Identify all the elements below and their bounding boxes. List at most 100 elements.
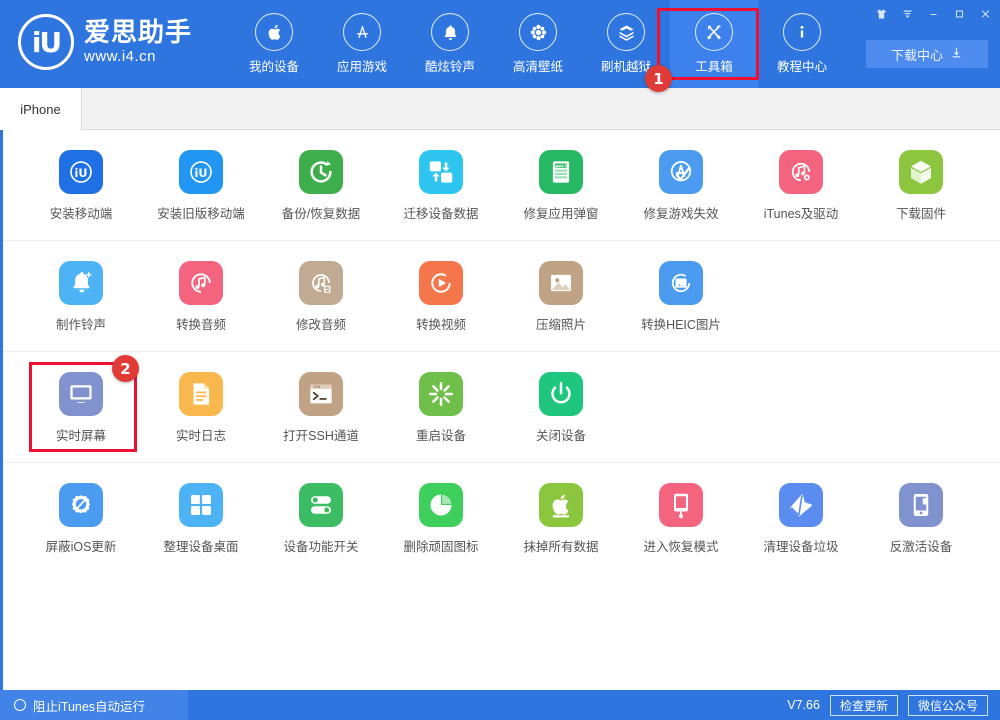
tool-row-2: 制作铃声 转换音频 修改音频 转换视频 [3, 240, 1000, 351]
device-tabbar: iPhone [0, 88, 1000, 130]
tool-label: 安装旧版移动端 [157, 203, 245, 222]
tool-recovery-mode[interactable]: 进入恢复模式 [621, 463, 741, 573]
svg-text:SSH: SSH [314, 385, 320, 389]
nav-item-apps-games[interactable]: 应用游戏 [318, 0, 406, 88]
tool-migrate-data[interactable]: 迁移设备数据 [381, 130, 501, 240]
tool-label: 修复游戏失效 [643, 203, 718, 222]
convert-video-icon [419, 261, 463, 305]
tool-label: 进入恢复模式 [643, 536, 718, 555]
tool-label: 迁移设备数据 [403, 203, 478, 222]
tool-convert-audio[interactable]: 转换音频 [141, 241, 261, 351]
download-firmware-icon [899, 150, 943, 194]
radio-icon [14, 699, 26, 711]
tool-live-screen[interactable]: 实时屏幕 [21, 352, 141, 462]
compress-photo-icon [539, 261, 583, 305]
recovery-mode-icon [659, 483, 703, 527]
make-ringtone-icon [59, 261, 103, 305]
convert-heic-icon [659, 261, 703, 305]
nav-item-ringtones[interactable]: 酷炫铃声 [406, 0, 494, 88]
svg-text:iU: iU [75, 167, 88, 180]
version-label: V7.66 [787, 698, 820, 712]
tool-download-firmware[interactable]: 下载固件 [861, 130, 981, 240]
nav-item-flash-jailbreak[interactable]: 刷机越狱 [582, 0, 670, 88]
tool-fix-app-popup[interactable]: Apple ID 修复应用弹窗 [501, 130, 621, 240]
minimize-icon[interactable] [920, 2, 946, 26]
tool-convert-heic[interactable]: 转换HEIC图片 [621, 241, 741, 351]
menu-icon[interactable] [894, 2, 920, 26]
maximize-icon[interactable] [946, 2, 972, 26]
tool-open-ssh[interactable]: SSH 打开SSH通道 [261, 352, 381, 462]
window-controls [868, 2, 998, 26]
tool-label: 修改音频 [296, 314, 346, 333]
tool-erase-all-data[interactable]: 抹掉所有数据 [501, 463, 621, 573]
tool-shutdown-device[interactable]: 关闭设备 [501, 352, 621, 462]
tool-arrange-desktop[interactable]: 整理设备桌面 [141, 463, 261, 573]
wallpaper-icon [519, 13, 557, 51]
remove-icon-icon [419, 483, 463, 527]
itunes-driver-icon [779, 150, 823, 194]
tool-edit-audio[interactable]: 修改音频 [261, 241, 381, 351]
check-update-button[interactable]: 检查更新 [830, 695, 898, 716]
tool-row-3: 实时屏幕 实时日志 SSH 打开SSH通道 重启设备 [3, 351, 1000, 462]
fix-game-icon [659, 150, 703, 194]
tool-label: 修复应用弹窗 [523, 203, 598, 222]
tab-iphone[interactable]: iPhone [0, 88, 82, 130]
nav-label: 工具箱 [695, 56, 733, 75]
logo-mark-icon: iU [18, 14, 74, 70]
download-icon [950, 46, 963, 62]
tool-reboot-device[interactable]: 重启设备 [381, 352, 501, 462]
tool-deactivate-device[interactable]: 反激活设备 [861, 463, 981, 573]
skin-icon[interactable] [868, 2, 894, 26]
tool-fix-game[interactable]: 修复游戏失效 [621, 130, 741, 240]
tool-install-legacy-mobile[interactable]: iU 安装旧版移动端 [141, 130, 261, 240]
tool-label: 关闭设备 [536, 425, 586, 444]
tool-make-ringtone[interactable]: 制作铃声 [21, 241, 141, 351]
tool-label: 实时日志 [176, 425, 226, 444]
tool-convert-video[interactable]: 转换视频 [381, 241, 501, 351]
tool-label: 实时屏幕 [56, 425, 106, 444]
app-logo: iU 爱思助手 www.i4.cn [18, 14, 192, 70]
reboot-device-icon [419, 372, 463, 416]
tool-label: 屏蔽iOS更新 [46, 536, 117, 555]
backup-restore-icon [299, 150, 343, 194]
tool-label: 设备功能开关 [283, 536, 358, 555]
tool-install-mobile[interactable]: iU 安装移动端 [21, 130, 141, 240]
tool-remove-stubborn-icon[interactable]: 删除顽固图标 [381, 463, 501, 573]
tool-itunes-driver[interactable]: iTunes及驱动 [741, 130, 861, 240]
tool-block-ios-update[interactable]: 屏蔽iOS更新 [21, 463, 141, 573]
tool-label: iTunes及驱动 [764, 203, 839, 222]
tool-clean-junk[interactable]: 清理设备垃圾 [741, 463, 861, 573]
edit-audio-icon [299, 261, 343, 305]
tool-compress-photo[interactable]: 压缩照片 [501, 241, 621, 351]
flash-box-icon [607, 13, 645, 51]
block-ios-update-icon [59, 483, 103, 527]
toolbox-icon [695, 13, 733, 51]
device-toggles-icon [299, 483, 343, 527]
tab-label: iPhone [20, 102, 60, 117]
logo-title: 爱思助手 [84, 19, 192, 46]
download-center-label: 下载中心 [891, 45, 943, 64]
block-itunes-toggle[interactable]: 阻止iTunes自动运行 [0, 690, 188, 720]
status-bar: 阻止iTunes自动运行 V7.66 检查更新 微信公众号 [0, 690, 1000, 720]
nav-item-wallpapers[interactable]: 高清壁纸 [494, 0, 582, 88]
migrate-data-icon [419, 150, 463, 194]
live-screen-icon [59, 372, 103, 416]
nav-item-my-device[interactable]: 我的设备 [230, 0, 318, 88]
deactivate-device-icon [899, 483, 943, 527]
wechat-official-button[interactable]: 微信公众号 [908, 695, 988, 716]
tool-backup-restore[interactable]: 备份/恢复数据 [261, 130, 381, 240]
download-center-button[interactable]: 下载中心 [866, 40, 988, 68]
nav-label: 教程中心 [777, 56, 827, 75]
nav-item-toolbox[interactable]: 工具箱 [670, 0, 758, 88]
nav-label: 高清壁纸 [513, 56, 563, 75]
tool-label: 转换视频 [416, 314, 466, 333]
ssh-tunnel-icon: SSH [299, 372, 343, 416]
nav-item-tutorials[interactable]: 教程中心 [758, 0, 846, 88]
tool-label: 整理设备桌面 [163, 536, 238, 555]
tool-label: 重启设备 [416, 425, 466, 444]
tool-live-log[interactable]: 实时日志 [141, 352, 261, 462]
apple-id-fix-icon: Apple ID [539, 150, 583, 194]
apple-icon [255, 13, 293, 51]
close-icon[interactable] [972, 2, 998, 26]
tool-device-toggles[interactable]: 设备功能开关 [261, 463, 381, 573]
